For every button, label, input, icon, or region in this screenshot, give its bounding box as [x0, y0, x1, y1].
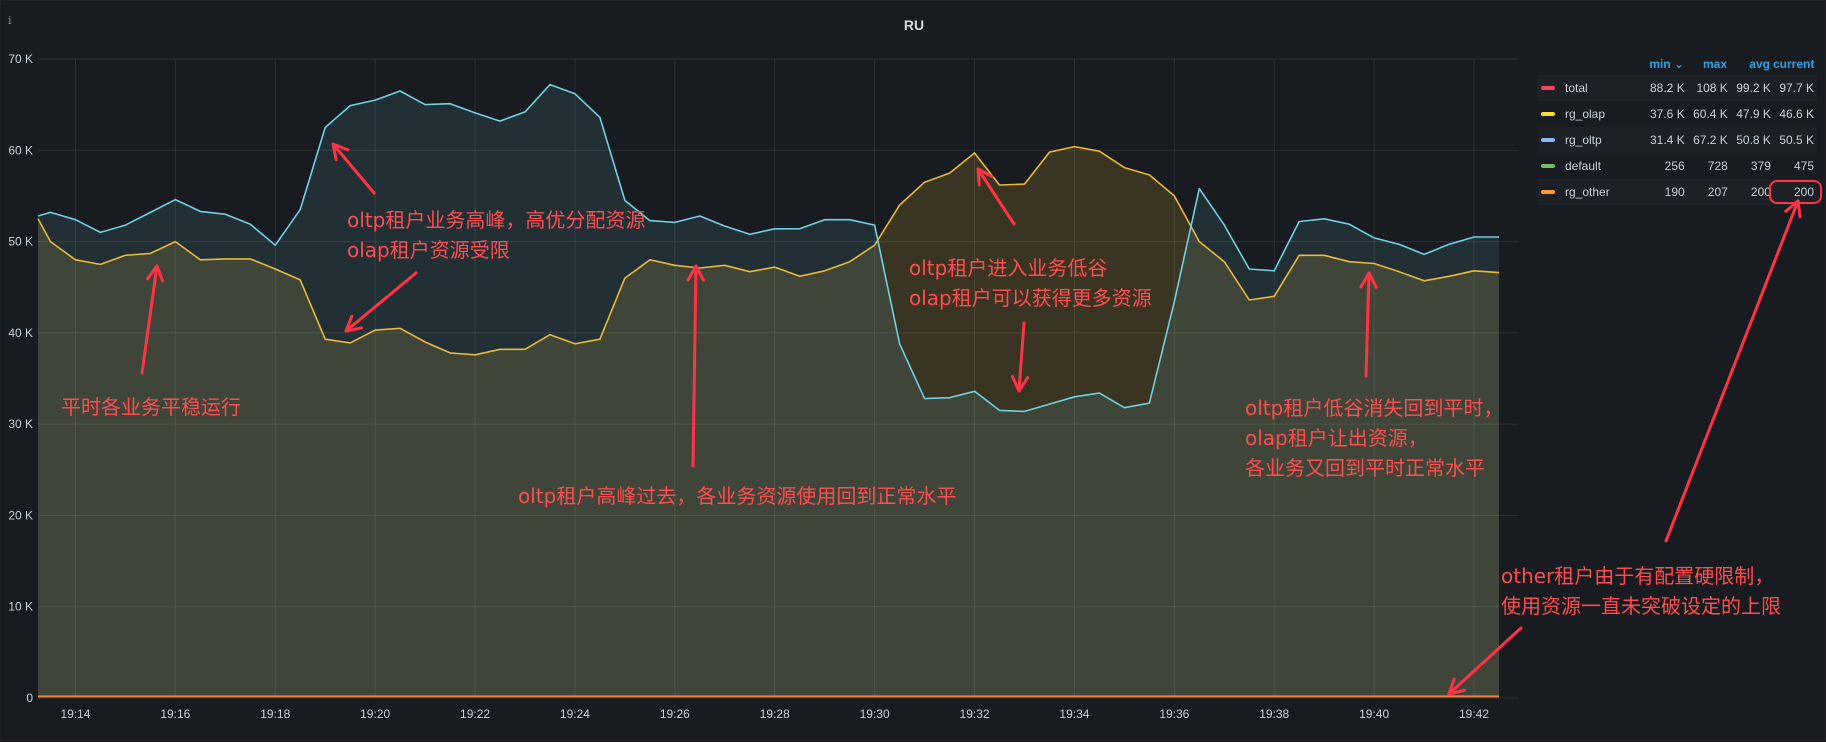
legend-avg-value: 47.9 K [1736, 107, 1771, 121]
legend-min-value: 190 [1664, 185, 1685, 199]
legend-swatch-icon[interactable] [1541, 164, 1555, 168]
legend-series-name[interactable]: default [1565, 159, 1601, 173]
y-tick-label: 20 K [8, 508, 33, 522]
y-tick-label: 30 K [8, 417, 33, 431]
annotation-line: 各业务又回到平时正常水平 [1245, 456, 1485, 480]
legend-max-value: 728 [1707, 159, 1728, 173]
x-tick-label: 19:22 [460, 707, 490, 721]
annotation-line: oltp租户业务高峰，高优分配资源 [347, 208, 646, 232]
x-tick-label: 19:28 [760, 707, 790, 721]
x-tick-label: 19:30 [860, 707, 890, 721]
legend-row-rg_other[interactable]: rg_other 190 207 200 200 [1537, 179, 1823, 205]
legend-min-value: 88.2 K [1650, 81, 1685, 95]
y-tick-label: 10 K [8, 600, 33, 614]
legend-current-value: 97.7 K [1779, 81, 1815, 95]
y-tick-label: 40 K [8, 326, 33, 340]
legend-avg-value: 200 [1750, 185, 1771, 199]
legend-series-name[interactable]: total [1565, 81, 1588, 95]
annotation-line: olap租户资源受限 [347, 238, 510, 262]
legend-swatch-icon[interactable] [1541, 190, 1555, 194]
annotation-line: other租户由于有配置硬限制， [1501, 564, 1775, 588]
annotation-line: oltp租户进入业务低谷 [909, 256, 1108, 280]
x-tick-label: 19:34 [1059, 707, 1089, 721]
legend-table: min ⌄ max avg current total 88.2 K 108 K 99… [1537, 53, 1823, 205]
legend-max-value: 67.2 K [1693, 133, 1728, 147]
x-tick-label: 19:20 [360, 707, 390, 721]
legend-row-default[interactable]: default 256 728 379 475 [1537, 153, 1817, 179]
annotation-line: 使用资源一直未突破设定的上限 [1501, 594, 1781, 618]
y-tick-label: 0 [26, 691, 33, 705]
legend-series-name[interactable]: rg_other [1565, 185, 1610, 199]
annotation-steady: 平时各业务平稳运行 [61, 392, 241, 422]
y-tick-label: 60 K [8, 143, 33, 157]
legend-header-current[interactable]: current [1773, 57, 1817, 71]
annotation-line: 平时各业务平稳运行 [61, 395, 241, 419]
legend-swatch-icon[interactable] [1541, 138, 1555, 142]
legend-max-value: 207 [1707, 185, 1728, 199]
x-tick-label: 19:26 [660, 707, 690, 721]
annotation-trough-over: oltp租户低谷消失回到平时， olap租户让出资源， 各业务又回到平时正常水平 [1245, 393, 1503, 483]
annotation-other-limit: other租户由于有配置硬限制， 使用资源一直未突破设定的上限 [1501, 561, 1781, 621]
legend-header-min[interactable]: min ⌄ [1644, 57, 1687, 71]
legend-header: min ⌄ max avg current [1537, 53, 1817, 75]
chevron-down-icon: ⌄ [1674, 57, 1685, 71]
x-tick-label: 19:16 [160, 707, 190, 721]
x-tick-label: 19:24 [560, 707, 590, 721]
y-tick-label: 70 K [8, 52, 33, 66]
annotation-line: oltp租户高峰过去，各业务资源使用回到正常水平 [518, 484, 957, 508]
legend-avg-value: 99.2 K [1736, 81, 1771, 95]
x-tick-label: 19:38 [1259, 707, 1289, 721]
annotation-peak-over: oltp租户高峰过去，各业务资源使用回到正常水平 [518, 481, 956, 511]
x-tick-label: 19:18 [260, 707, 290, 721]
legend-min-value: 37.6 K [1650, 107, 1685, 121]
y-tick-label: 50 K [8, 235, 33, 249]
series-area-rg_oltp [38, 84, 1499, 699]
x-tick-label: 19:32 [960, 707, 990, 721]
legend-header-max[interactable]: max [1687, 57, 1730, 71]
legend-avg-value: 50.8 K [1736, 133, 1771, 147]
x-tick-label: 19:36 [1159, 707, 1189, 721]
legend-current-value: 50.5 K [1779, 133, 1815, 147]
legend-current-value: 475 [1794, 159, 1815, 173]
legend-avg-value: 379 [1750, 159, 1771, 173]
highlighted-current-value: 200 [1768, 180, 1823, 204]
legend-max-value: 60.4 K [1693, 107, 1728, 121]
annotation-line: oltp租户低谷消失回到平时， [1245, 396, 1504, 420]
legend-series-name[interactable]: rg_oltp [1565, 133, 1602, 147]
legend-swatch-icon[interactable] [1541, 86, 1555, 90]
annotation-oltp-peak: oltp租户业务高峰，高优分配资源 olap租户资源受限 [347, 205, 645, 265]
legend-series-name[interactable]: rg_olap [1565, 107, 1605, 121]
annotation-line: olap租户可以获得更多资源 [909, 286, 1152, 310]
legend-min-value: 31.4 K [1650, 133, 1685, 147]
legend-row-rg_oltp[interactable]: rg_oltp 31.4 K 67.2 K 50.8 K 50.5 K [1537, 127, 1817, 153]
x-tick-label: 19:42 [1459, 707, 1489, 721]
annotation-line: olap租户让出资源， [1245, 426, 1428, 450]
legend-current-value: 46.6 K [1779, 107, 1815, 121]
legend-row-total[interactable]: total 88.2 K 108 K 99.2 K 97.7 K [1537, 75, 1817, 101]
legend-swatch-icon[interactable] [1541, 112, 1555, 116]
legend-min-value: 256 [1664, 159, 1685, 173]
annotation-arrow-icon [1664, 199, 1802, 543]
legend-header-avg[interactable]: avg [1730, 57, 1773, 71]
legend-max-value: 108 K [1696, 81, 1728, 95]
annotation-oltp-trough: oltp租户进入业务低谷 olap租户可以获得更多资源 [909, 253, 1152, 313]
legend-row-rg_olap[interactable]: rg_olap 37.6 K 60.4 K 47.9 K 46.6 K [1537, 101, 1817, 127]
chart-panel: i RU 0 10 K 20 K 30 K 40 K 50 K 60 K 70 K 19:14 1… [0, 0, 1826, 741]
x-tick-label: 19:14 [60, 707, 90, 721]
x-tick-label: 19:40 [1359, 707, 1389, 721]
